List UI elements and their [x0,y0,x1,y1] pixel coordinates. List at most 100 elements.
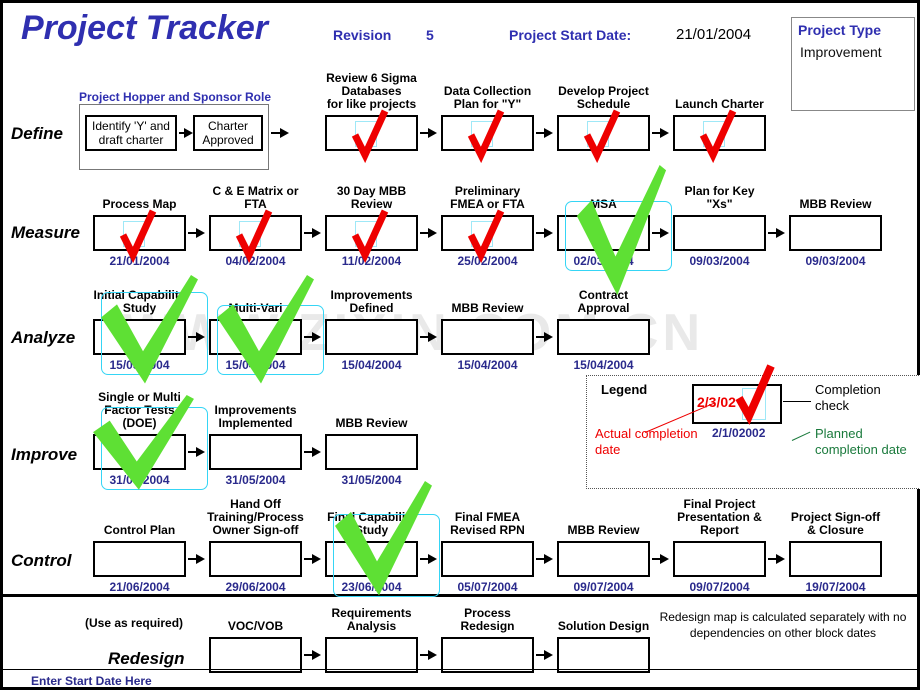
step-box-analyze-3[interactable] [325,319,418,355]
completion-check-slot-measure-3[interactable] [355,221,377,247]
step-date-measure-2[interactable]: 04/02/2004 [197,254,314,268]
phase-label-control: Control [11,551,72,570]
legend-completion-check-label: Completion check [815,382,881,413]
step-label-measure-7: MBB Review [799,197,872,211]
connector-arrow-icon-measure-3 [428,228,437,238]
step-label-improve-3: MBB Review [335,416,408,430]
step-date-control-6[interactable]: 09/07/2004 [661,580,778,594]
legend-title: Legend [601,382,648,397]
completion-check-slot-define-1[interactable] [355,121,377,147]
connector-arrow-icon-analyze-3 [428,332,437,342]
connector-arrow-icon-define-2 [544,128,553,138]
step-date-measure-7[interactable]: 09/03/2004 [777,254,894,268]
phase-label-redesign: Redesign [108,649,185,668]
step-date-analyze-4[interactable]: 15/04/2004 [429,358,546,372]
step-label-redesign-1: VOC/VOB [227,619,284,633]
project-tracker-page: WWW.ZIXIN.COM.CN Project Tracker Revisio… [0,0,920,690]
step-date-control-5[interactable]: 09/07/2004 [545,580,662,594]
connector-arrow-icon-measure-4 [544,228,553,238]
step-box-analyze-4[interactable] [441,319,534,355]
step-box-control-4[interactable] [441,541,534,577]
step-label-measure-4: Preliminary FMEA or FTA [450,184,525,211]
completion-check-slot-measure-1[interactable] [123,221,145,247]
step-label-control-7: Project Sign-off & Closure [790,510,881,537]
step-box-control-6[interactable] [673,541,766,577]
hopper-arrow-icon [184,128,193,138]
completion-check-slot-define-2[interactable] [471,121,493,147]
project-type-value[interactable]: Improvement [800,44,882,60]
project-type-title: Project Type [798,22,881,38]
connector-arrow-icon-measure-2 [312,228,321,238]
step-date-improve-2[interactable]: 31/05/2004 [197,473,314,487]
step-box-redesign-1[interactable] [209,637,302,673]
connector-arrow-icon-measure-6 [776,228,785,238]
legend-planned-completion-label: Planned completion date [815,426,907,457]
step-box-improve-2[interactable] [209,434,302,470]
step-box-analyze-5[interactable] [557,319,650,355]
step-label-redesign-4: Solution Design [557,619,650,633]
highlight-frame-improve-1[interactable] [101,407,208,490]
use-as-required-note: (Use as required) [85,616,184,630]
step-date-control-7[interactable]: 19/07/2004 [777,580,894,594]
revision-value[interactable]: 5 [426,27,434,43]
step-date-analyze-3[interactable]: 15/04/2004 [313,358,430,372]
phase-label-analyze: Analyze [11,328,76,347]
legend-planned-date-sample: 2/1/02002 [712,426,766,440]
step-box-control-2[interactable] [209,541,302,577]
completion-check-slot-define-3[interactable] [587,121,609,147]
connector-arrow-icon-define-1 [428,128,437,138]
redesign-section-divider [3,594,920,597]
step-box-improve-3[interactable] [325,434,418,470]
connector-arrow-icon-control-2 [312,554,321,564]
highlight-frame-analyze-2[interactable] [217,305,324,375]
completion-check-slot-define-4[interactable] [703,121,725,147]
connector-arrow-icon-redesign-3 [544,650,553,660]
step-box-control-7[interactable] [789,541,882,577]
legend-leader-line [783,401,811,402]
step-label-control-5: MBB Review [567,523,640,537]
project-type-box[interactable]: Project Type Improvement [791,17,915,111]
step-date-measure-3[interactable]: 11/02/2004 [313,254,430,268]
completion-check-slot-measure-2[interactable] [239,221,261,247]
legend-sample-highlight [742,388,766,420]
step-label-measure-1: Process Map [102,197,177,211]
step-box-redesign-3[interactable] [441,637,534,673]
highlight-frame-measure-5[interactable] [565,201,672,271]
project-start-date-value[interactable]: 21/01/2004 [676,26,751,43]
step-label-define-1: Review 6 Sigma Databases for like projec… [326,71,417,111]
revision-label: Revision [333,27,392,43]
step-label-control-6: Final Project Presentation & Report [677,497,762,537]
step-box-redesign-2[interactable] [325,637,418,673]
step-box-control-5[interactable] [557,541,650,577]
page-title: Project Tracker [21,9,268,47]
connector-arrow-icon-measure-1 [196,228,205,238]
highlight-frame-control-3[interactable] [333,514,440,597]
completion-check-slot-measure-4[interactable] [471,221,493,247]
step-box-redesign-4[interactable] [557,637,650,673]
step-date-control-1[interactable]: 21/06/2004 [81,580,198,594]
enter-start-date-link[interactable]: Enter Start Date Here [31,674,152,688]
step-date-control-4[interactable]: 05/07/2004 [429,580,546,594]
step-label-analyze-3: Improvements Defined [330,288,413,315]
step-box-control-1[interactable] [93,541,186,577]
legend-leader-line-green [791,431,811,441]
step-box-measure-7[interactable] [789,215,882,251]
project-hopper-title: Project Hopper and Sponsor Role [79,90,272,104]
step-label-improve-2: Improvements Implemented [214,403,297,430]
step-date-improve-3[interactable]: 31/05/2004 [313,473,430,487]
step-date-measure-6[interactable]: 09/03/2004 [661,254,778,268]
step-box-measure-6[interactable] [673,215,766,251]
step-date-analyze-5[interactable]: 15/04/2004 [545,358,662,372]
connector-arrow-icon-control-1 [196,554,205,564]
step-label-define-3: Develop Project Schedule [558,84,649,111]
step-label-control-4: Final FMEA Revised RPN [450,510,525,537]
define-entry-arrow-icon [280,128,289,138]
step-date-measure-4[interactable]: 25/02/2004 [429,254,546,268]
highlight-frame-analyze-1[interactable] [101,292,208,375]
connector-arrow-icon-control-4 [544,554,553,564]
step-date-measure-1[interactable]: 21/01/2004 [81,254,198,268]
step-date-control-2[interactable]: 29/06/2004 [197,580,314,594]
step-label-redesign-3: Process Redesign [460,606,515,633]
connector-arrow-icon-control-6 [776,554,785,564]
connector-arrow-icon-control-5 [660,554,669,564]
